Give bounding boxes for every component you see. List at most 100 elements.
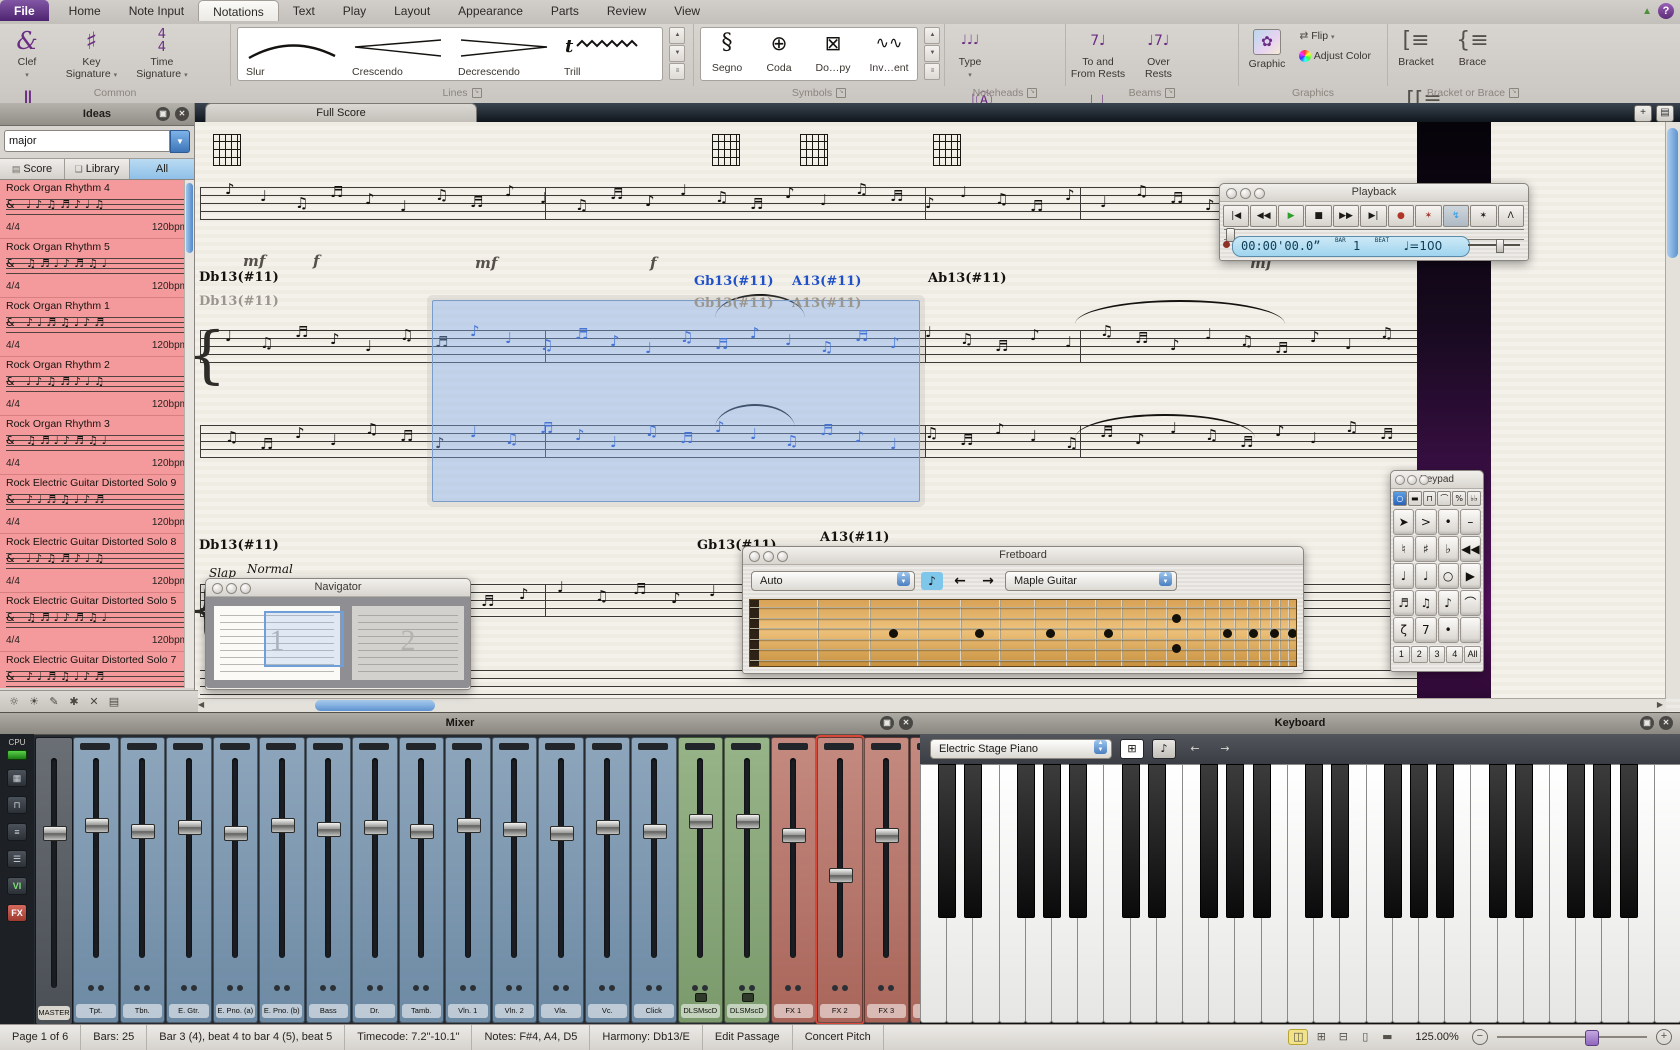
brace-button[interactable]: {≡ Brace (1448, 24, 1496, 84)
edit-idea-icon[interactable]: ✎ (44, 691, 64, 713)
channel-fader[interactable] (317, 822, 341, 837)
tab-score[interactable]: ▤Score (0, 159, 65, 179)
symbols-dialog-launcher-icon[interactable]: ↘ (836, 88, 846, 98)
minimize-icon[interactable] (1407, 475, 1417, 485)
solo-mute-buttons[interactable] (446, 978, 490, 996)
view-single-icon[interactable]: ▯ (1356, 1030, 1374, 1044)
keypad-key[interactable]: ♩ (1415, 563, 1436, 589)
channel-fader[interactable] (829, 868, 853, 883)
keypad-key[interactable]: 7 (1415, 617, 1436, 643)
key-signature-button[interactable]: ♯ Key Signature ▾ (58, 24, 124, 84)
click-button[interactable]: Λ (1498, 205, 1524, 227)
channel-strip[interactable]: FX 2 (817, 737, 863, 1023)
pan-control[interactable] (452, 743, 482, 750)
beams-tab[interactable]: ⊓ (1423, 491, 1437, 506)
beams-dialog-launcher-icon[interactable]: ↘ (1165, 88, 1175, 98)
score-annotation[interactable]: Db13(#11) (199, 270, 279, 285)
idea-item[interactable]: Rock Electric Guitar Distorted Solo 9& ♪… (0, 475, 194, 534)
pan-control[interactable] (731, 743, 761, 750)
guitar-string[interactable] (750, 639, 1296, 640)
keypad-voice-3[interactable]: 3 (1429, 646, 1446, 663)
pan-control[interactable] (592, 743, 622, 750)
channel-strip[interactable]: Vln. 1 (445, 737, 491, 1023)
piano-black-key[interactable] (1305, 764, 1323, 918)
score-annotation[interactable]: Db13(#11) (199, 538, 279, 553)
channel-strip[interactable]: E. Pno. (b) (259, 737, 305, 1023)
idea-item[interactable]: Rock Electric Guitar Distorted Solo 7& ♪… (0, 652, 194, 688)
symbol-segno[interactable]: § Segno (701, 28, 753, 80)
qwerty-input-button[interactable]: ⊞ (1120, 739, 1144, 759)
bracket-button[interactable]: [≡ Bracket (1388, 24, 1444, 84)
solo-mute-buttons[interactable] (307, 978, 351, 996)
fretboard-title-bar[interactable]: Fretboard (743, 547, 1303, 565)
pan-control[interactable] (685, 743, 715, 750)
passage-selection[interactable] (432, 300, 920, 502)
time-signature-button[interactable]: 44 Time Signature ▾ (129, 24, 195, 84)
previous-note-button[interactable]: ← (949, 572, 971, 590)
capture-idea-icon[interactable]: ☼ (4, 691, 24, 713)
guitar-string[interactable] (750, 649, 1296, 650)
channel-fader[interactable] (178, 820, 202, 835)
zoom-slider-thumb[interactable] (1585, 1030, 1599, 1046)
flexitime-input-button[interactable]: ✶ (1415, 205, 1441, 227)
channel-strip[interactable]: Vla. (538, 737, 584, 1023)
library-icon[interactable]: ▤ (104, 691, 124, 713)
view-full-icon[interactable]: ▬ (1378, 1030, 1396, 1044)
zoom-in-button[interactable]: + (1656, 1029, 1672, 1045)
pan-control[interactable] (871, 743, 901, 750)
channel-strip[interactable]: Vc. (585, 737, 631, 1023)
ribbon-tab-file[interactable]: File (0, 0, 49, 21)
piano-black-key[interactable] (1593, 764, 1611, 918)
pan-control[interactable] (638, 743, 668, 750)
clef-button[interactable]: & Clef▾ (0, 24, 54, 84)
close-icon[interactable] (1226, 188, 1237, 199)
channel-strip[interactable]: DLSMscD (724, 737, 770, 1023)
close-panel-icon[interactable]: ✕ (899, 716, 913, 730)
keypad-key[interactable]: ♩ (1393, 563, 1414, 589)
zoom-icon[interactable] (240, 583, 251, 594)
score-annotation[interactable]: A13(#11) (792, 296, 861, 311)
keypad-key[interactable]: ♮ (1393, 536, 1414, 562)
score-annotation[interactable]: Ab13(#11) (928, 271, 1007, 286)
gallery-scroll-up-icon[interactable]: ▲ (924, 27, 940, 44)
line-crescendo[interactable]: Crescendo (344, 28, 450, 80)
keypad-key[interactable]: > (1415, 509, 1436, 535)
channel-strip[interactable]: FX 3 (864, 737, 910, 1023)
zoom-icon[interactable] (1254, 188, 1265, 199)
pan-control[interactable] (173, 743, 203, 750)
routing-icon[interactable]: ⊓ (7, 796, 27, 814)
note-input-toggle[interactable]: ♪ (921, 572, 943, 590)
keypad-key[interactable]: ♭ (1438, 536, 1459, 562)
jazz-tab[interactable]: % (1452, 491, 1466, 506)
more-notes-tab[interactable]: ▬ (1408, 491, 1422, 506)
ribbon-tab-layout[interactable]: Layout (380, 0, 444, 21)
accidentals-tab[interactable]: ♭♭ (1467, 491, 1481, 506)
view-panorama-icon[interactable]: ◫ (1288, 1029, 1308, 1045)
minimize-icon[interactable] (763, 551, 774, 562)
idea-item[interactable]: Rock Organ Rhythm 4& ♩♪♫♬♪♩♫4/4120bpm (0, 180, 194, 239)
channel-fader[interactable] (736, 814, 760, 829)
keypad-voice-1[interactable]: 1 (1393, 646, 1410, 663)
pan-control[interactable] (406, 743, 436, 750)
keypad-key[interactable]: ♫ (1415, 590, 1436, 616)
symbol-coda[interactable]: ⊕ Coda (753, 28, 805, 80)
minimize-icon[interactable] (226, 583, 237, 594)
graphic-button[interactable]: ✿ Graphic (1239, 24, 1295, 84)
channel-strip[interactable]: E. Gtr. (166, 737, 212, 1023)
guitar-string[interactable] (750, 628, 1296, 629)
ribbon-tab-notations[interactable]: Notations (198, 0, 279, 21)
ribbon-tab-text[interactable]: Text (279, 0, 329, 21)
tempo-slider-thumb[interactable] (1496, 239, 1504, 253)
rewind-button[interactable]: ◀◀ (1250, 205, 1276, 227)
keypad-key[interactable]: • (1438, 617, 1459, 643)
keypad-key[interactable]: ➤ (1393, 509, 1414, 535)
channel-strip[interactable]: Dr. (352, 737, 398, 1023)
channel-fader[interactable] (689, 814, 713, 829)
detach-panel-icon[interactable]: ▣ (156, 107, 170, 121)
pan-control[interactable] (313, 743, 343, 750)
ideas-scrollbar-thumb[interactable] (186, 183, 193, 253)
gallery-expand-icon[interactable]: ≡ (924, 63, 940, 80)
symbol-inverted-ornament[interactable]: ∿∿ Inv…ent (861, 28, 917, 80)
solo-mute-buttons[interactable] (214, 978, 258, 996)
gallery-scroll-down-icon[interactable]: ▼ (669, 45, 685, 62)
